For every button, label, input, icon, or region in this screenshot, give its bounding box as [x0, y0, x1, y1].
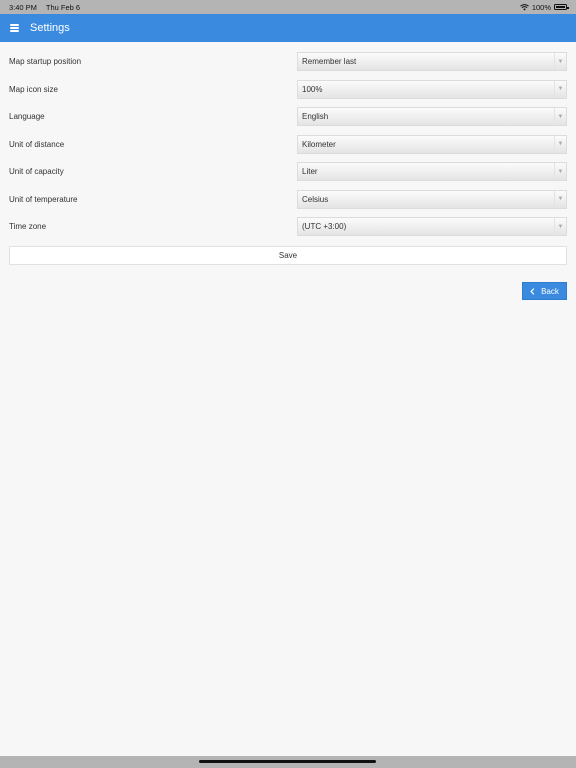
- battery-level: [556, 6, 565, 8]
- settings-form: Map startup position Remember last ▼ Map…: [9, 48, 567, 241]
- select-value: Kilometer: [302, 139, 336, 149]
- select-value: Remember last: [302, 57, 357, 67]
- setting-label: Map icon size: [9, 84, 58, 94]
- select-value: 100%: [302, 84, 323, 94]
- setting-row-map-icon-size: Map icon size 100% ▼: [9, 76, 567, 104]
- unit-of-distance-select[interactable]: Kilometer ▼: [297, 134, 567, 154]
- chevron-down-icon: ▼: [554, 135, 566, 153]
- setting-row-unit-of-distance: Unit of distance Kilometer ▼: [9, 131, 567, 159]
- hamburger-menu-icon[interactable]: [10, 24, 19, 32]
- battery-percent: 100%: [531, 2, 551, 12]
- chevron-down-icon: ▼: [554, 80, 566, 98]
- chevron-left-icon: [530, 287, 535, 295]
- unit-of-temperature-select[interactable]: Celsius ▼: [297, 189, 567, 209]
- setting-row-time-zone: Time zone (UTC +3:00) ▼: [9, 213, 567, 241]
- setting-label: Language: [9, 112, 45, 122]
- setting-label: Map startup position: [9, 57, 82, 67]
- status-bar-right: 100%: [519, 2, 569, 12]
- status-date: Thu Feb 6: [45, 2, 81, 12]
- status-bar-left: 3:40 PM Thu Feb 6: [9, 3, 87, 12]
- chevron-down-icon: ▼: [554, 108, 566, 126]
- battery-icon: [554, 4, 569, 10]
- chevron-down-icon: ▼: [554, 53, 566, 71]
- select-value: Liter: [302, 167, 318, 177]
- page-title: Settings: [30, 22, 70, 34]
- back-button[interactable]: Back: [522, 282, 567, 300]
- setting-row-unit-of-temperature: Unit of temperature Celsius ▼: [9, 186, 567, 214]
- setting-label: Unit of capacity: [9, 167, 64, 177]
- wifi-icon: [519, 3, 529, 10]
- setting-row-map-startup-position: Map startup position Remember last ▼: [9, 48, 567, 76]
- setting-label: Unit of distance: [9, 139, 65, 149]
- setting-label: Unit of temperature: [9, 194, 78, 204]
- time-zone-select[interactable]: (UTC +3:00) ▼: [297, 217, 567, 237]
- setting-label: Time zone: [9, 222, 47, 232]
- save-button[interactable]: Save: [9, 246, 567, 265]
- chevron-down-icon: ▼: [554, 218, 566, 236]
- unit-of-capacity-select[interactable]: Liter ▼: [297, 162, 567, 182]
- map-startup-position-select[interactable]: Remember last ▼: [297, 52, 567, 72]
- status-bar: 3:40 PM Thu Feb 6 100%: [0, 0, 576, 14]
- chevron-down-icon: ▼: [554, 190, 566, 208]
- select-value: English: [302, 112, 329, 122]
- home-indicator[interactable]: [199, 760, 376, 763]
- map-icon-size-select[interactable]: 100% ▼: [297, 79, 567, 99]
- chevron-down-icon: ▼: [554, 163, 566, 181]
- setting-row-language: Language English ▼: [9, 103, 567, 131]
- app-header: Settings: [0, 14, 576, 42]
- select-value: (UTC +3:00): [302, 222, 347, 232]
- language-select[interactable]: English ▼: [297, 107, 567, 127]
- back-button-label: Back: [541, 286, 559, 296]
- setting-row-unit-of-capacity: Unit of capacity Liter ▼: [9, 158, 567, 186]
- status-time: 3:40 PM: [9, 2, 37, 12]
- select-value: Celsius: [302, 194, 329, 204]
